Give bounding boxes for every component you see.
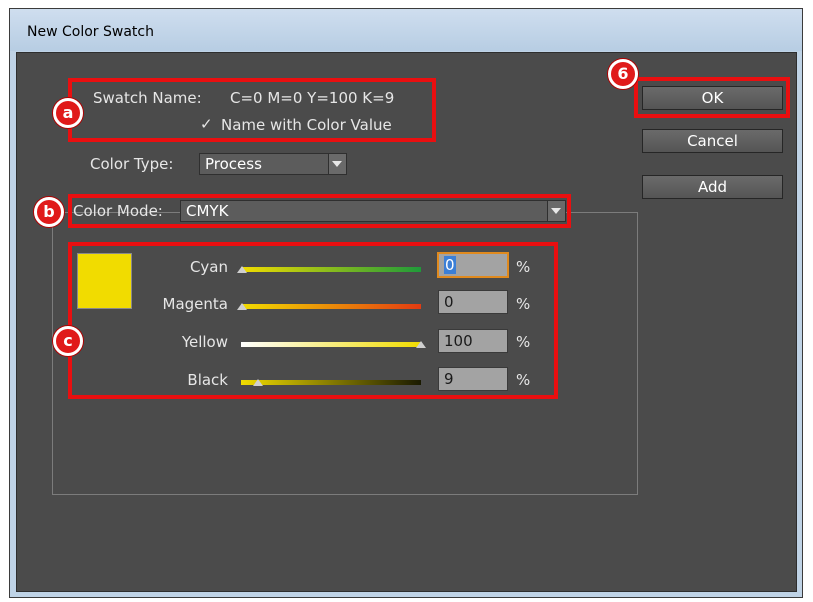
title-bar[interactable]: New Color Swatch xyxy=(10,9,802,51)
annotation-badge-c: c xyxy=(53,326,83,356)
annotation-box-c xyxy=(68,242,558,399)
annotation-box-a xyxy=(68,78,436,142)
add-button[interactable]: Add xyxy=(642,175,783,199)
chevron-down-icon[interactable] xyxy=(328,154,346,174)
window-title: New Color Swatch xyxy=(27,24,154,40)
annotation-badge-b: b xyxy=(34,197,64,227)
color-type-dropdown[interactable]: Process xyxy=(199,153,347,175)
annotation-badge-a: a xyxy=(53,98,83,128)
annotation-badge-step: 6 xyxy=(608,59,638,89)
annotation-box-b xyxy=(68,194,571,228)
color-type-value: Process xyxy=(205,155,262,173)
annotation-box-ok xyxy=(634,77,790,118)
cancel-button[interactable]: Cancel xyxy=(642,129,783,153)
color-type-label: Color Type: xyxy=(90,155,174,173)
